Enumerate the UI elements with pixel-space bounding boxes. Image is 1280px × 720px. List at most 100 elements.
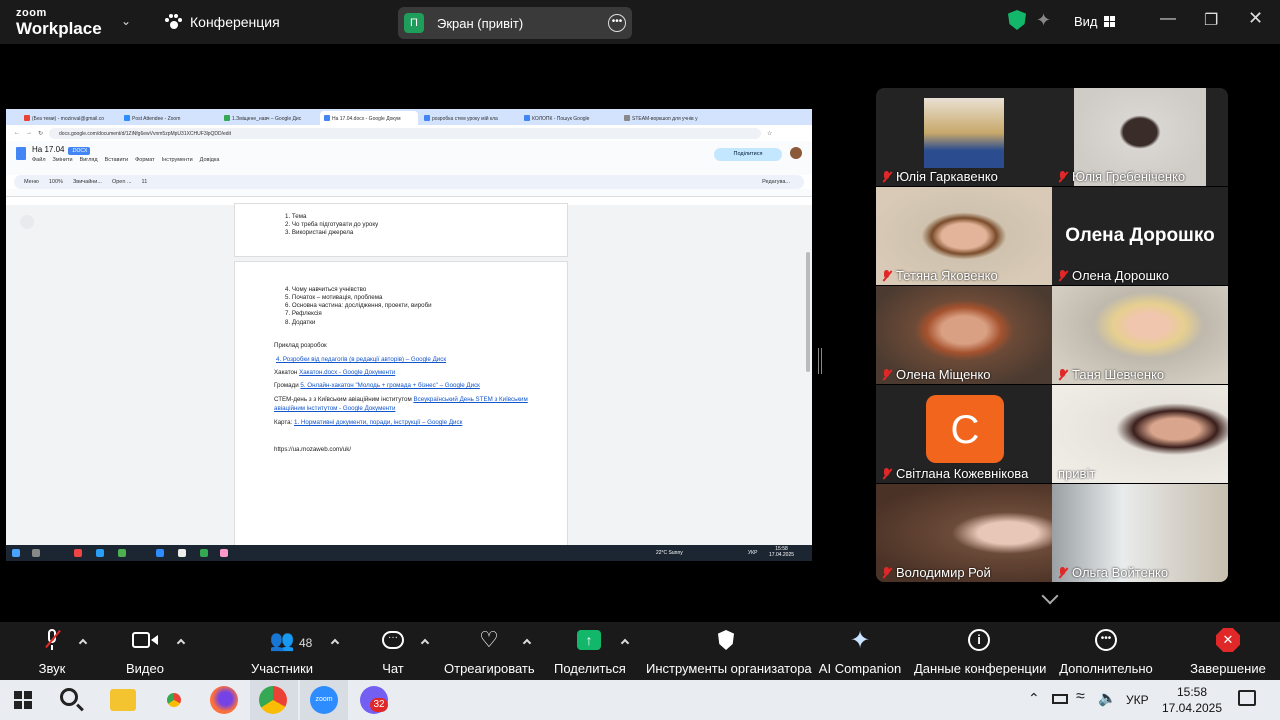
share-button[interactable]: ↑ Поделиться <box>554 622 626 680</box>
zoom-select[interactable]: 100% <box>49 179 63 185</box>
restore-icon[interactable]: ❐ <box>1204 10 1218 30</box>
notification-badge: 32 <box>370 698 388 712</box>
browser-tab[interactable]: (Без теми) - mozinval@gmail.co <box>20 111 118 125</box>
shared-screen[interactable]: (Без теми) - mozinval@gmail.co Post Atte… <box>6 109 812 561</box>
bookmark-star-icon[interactable]: ☆ <box>767 130 772 137</box>
doc-link[interactable]: Хакатон.docx - Google Документи <box>299 369 395 376</box>
font-size[interactable]: 11 <box>142 179 148 185</box>
volume-icon[interactable]: 🔈 <box>1098 689 1117 707</box>
participant-tile[interactable]: Тетяна Яковенко <box>876 187 1052 285</box>
participant-tile[interactable]: Юлія Гаркавенко <box>876 88 1052 186</box>
chevron-down-icon[interactable]: ⌄ <box>121 14 131 28</box>
browser-tab[interactable]: STEAM-воркшоп для учнів у <box>620 111 718 125</box>
document-scrollbar[interactable] <box>806 252 810 372</box>
participant-tile-active-speaker[interactable]: привіт <box>1052 385 1228 483</box>
screen-share-indicator[interactable]: П Экран (привіт) ••• <box>398 7 632 39</box>
participant-tile[interactable]: Олена Міщенко <box>876 286 1052 384</box>
menu-file[interactable]: Файл <box>32 157 46 163</box>
close-icon[interactable]: ✕ <box>1248 8 1263 29</box>
battery-icon[interactable] <box>1052 694 1068 704</box>
menu-edit[interactable]: Змінити <box>53 157 73 163</box>
doc-link[interactable]: 1. Нормативні документи, поради, інструк… <box>294 419 462 426</box>
browser-tab[interactable]: розробка стем уроку мій кла <box>420 111 518 125</box>
browser-tab[interactable]: КОЛОПК - Пошук Google <box>520 111 618 125</box>
more-button[interactable]: ••• Дополнительно <box>1058 622 1154 680</box>
url-field[interactable]: docs.google.com/document/d/1ZiNfg6ewVvnm… <box>49 127 762 139</box>
style-select[interactable]: Звичайни... <box>73 179 102 185</box>
google-docs-icon[interactable] <box>16 147 26 160</box>
menu-tools[interactable]: Інструменти <box>162 157 193 163</box>
zoom-workplace-logo: zoom Workplace <box>16 7 102 38</box>
participant-tile[interactable]: Ольга Войтенко <box>1052 484 1228 582</box>
encryption-shield-icon[interactable] <box>1008 10 1026 30</box>
panel-resize-handle[interactable] <box>818 348 822 374</box>
notifications-icon[interactable] <box>1238 690 1256 706</box>
meeting-info-button[interactable]: i Данные конференции <box>914 622 1046 680</box>
chat-button[interactable]: ··· Чат <box>378 622 408 680</box>
browser-tab-active[interactable]: На 17.04.docx - Google Докум <box>320 111 418 125</box>
ai-companion-button[interactable]: ✦ AI Companion <box>818 622 902 680</box>
document-page[interactable]: 1. Тема 2. Чо треба підготувати до уроку… <box>234 203 568 257</box>
account-avatar[interactable] <box>790 147 802 159</box>
react-button[interactable]: ♡ Отреагировать <box>444 622 535 680</box>
menu-insert[interactable]: Вставити <box>105 157 129 163</box>
participant-tile[interactable]: Олена Дорошко Олена Дорошко <box>1052 187 1228 285</box>
windows-start-icon[interactable] <box>14 691 32 709</box>
toolbar-menus[interactable]: Меню <box>24 179 39 185</box>
participant-name: Юлія Гаркавенко <box>896 169 998 184</box>
participants-button[interactable]: 👥 Участники <box>250 622 314 680</box>
participant-tile[interactable]: Таня Шевченко <box>1052 286 1228 384</box>
participant-name: Таня Шевченко <box>1072 367 1165 382</box>
menu-format[interactable]: Формат <box>135 157 155 163</box>
minimize-icon[interactable]: — <box>1160 10 1176 28</box>
tray-chevron-icon[interactable]: ⌃ <box>1028 690 1040 707</box>
grid-view-icon <box>1103 16 1115 27</box>
document-page[interactable]: 4. Чому навчиться учнівство 5. Початок –… <box>234 261 568 551</box>
chevron-down-icon[interactable] <box>1041 587 1059 605</box>
docx-badge: .DOCX <box>68 147 91 155</box>
font-select[interactable]: Open ... <box>112 179 132 185</box>
participant-tile[interactable]: Володимир Рой <box>876 484 1052 582</box>
chrome-profile-icon[interactable] <box>259 686 287 714</box>
audio-options-icon[interactable] <box>78 638 88 648</box>
participant-name: Юлія Гребеніченко <box>1072 169 1186 184</box>
video-options-icon[interactable] <box>176 638 186 648</box>
ai-sparkle-icon[interactable]: ✦ <box>1036 10 1051 31</box>
document-title[interactable]: На 17.04 .DOCX <box>32 145 91 155</box>
wifi-icon[interactable]: ≈ <box>1076 688 1085 706</box>
browser-tab[interactable]: 1.Зміщене_навч – Google Дис <box>220 111 318 125</box>
menu-view[interactable]: Вигляд <box>80 157 98 163</box>
zoom-app-icon[interactable]: zoom <box>310 686 338 714</box>
menu-help[interactable]: Довідка <box>200 157 220 163</box>
back-icon[interactable]: ← <box>14 130 20 136</box>
chrome-icon[interactable] <box>160 686 188 714</box>
mic-muted-icon <box>882 269 891 282</box>
file-explorer-icon[interactable] <box>110 689 136 711</box>
host-tools-button[interactable]: Инструменты организатора <box>646 622 812 680</box>
docs-share-button[interactable]: Поділитися <box>714 148 782 161</box>
doc-link[interactable]: 4. Розробки від педагогів (в редакції ав… <box>276 356 446 363</box>
participant-tile[interactable]: Юлія Гребеніченко <box>1052 88 1228 186</box>
chat-options-icon[interactable] <box>420 638 430 648</box>
end-meeting-button[interactable]: ✕ Завершение <box>1190 622 1266 680</box>
outline-icon[interactable] <box>20 215 34 229</box>
participants-options-icon[interactable] <box>330 638 340 648</box>
doc-link[interactable]: Всеукраїнський День STEM з Київським <box>414 396 528 403</box>
participant-tile[interactable]: С Світлана Кожевнікова <box>876 385 1052 483</box>
forward-icon[interactable]: → <box>26 130 32 136</box>
video-button[interactable]: Видео <box>122 622 168 680</box>
meeting-menu[interactable]: Конференция <box>164 14 280 30</box>
reload-icon[interactable]: ↻ <box>38 130 43 137</box>
more-options-icon[interactable]: ••• <box>608 14 626 32</box>
document-canvas[interactable]: 1. Тема 2. Чо треба підготувати до уроку… <box>6 203 812 551</box>
audio-button[interactable]: Звук <box>30 622 74 680</box>
doc-link[interactable]: 5. Онлайн-хакатон "Молодь + громада + бі… <box>300 382 480 389</box>
browser-tab[interactable]: Post Attendee - Zoom <box>120 111 218 125</box>
doc-link[interactable]: авіаційним інститутом - Google Документи <box>274 405 395 412</box>
input-language[interactable]: УКР <box>1126 693 1149 707</box>
system-clock[interactable]: 15:58 17.04.2025 <box>1160 684 1224 716</box>
search-icon[interactable] <box>60 688 78 706</box>
firefox-icon[interactable] <box>210 686 238 714</box>
editing-mode[interactable]: Редагува... <box>762 179 790 185</box>
view-button[interactable]: Вид <box>1074 14 1115 29</box>
